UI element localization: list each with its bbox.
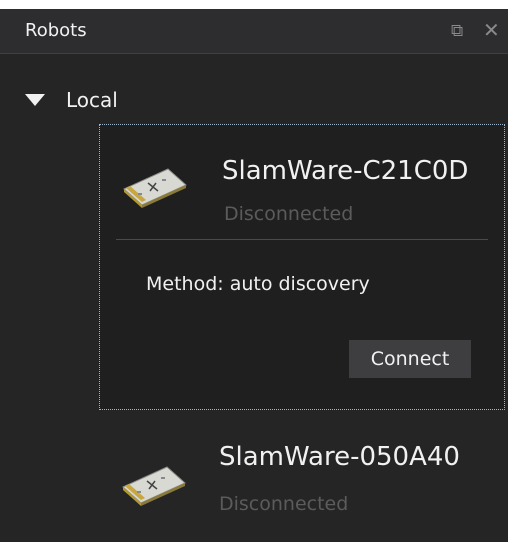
robots-panel: Robots ⧉ ✕ Local SlamWare-C21C0D Disconn…	[0, 9, 508, 542]
float-window-icon[interactable]: ⧉	[451, 21, 463, 41]
robot-name: SlamWare-050A40	[219, 442, 460, 472]
connection-method: Method: auto discovery	[146, 273, 370, 295]
robot-card[interactable]: SlamWare-050A40 Disconnected	[99, 427, 505, 537]
robot-status: Disconnected	[224, 203, 354, 225]
robot-card-selected[interactable]: SlamWare-C21C0D Disconnected Method: aut…	[99, 124, 505, 410]
panel-title: Robots	[25, 20, 87, 41]
group-label: Local	[66, 88, 118, 112]
robot-name: SlamWare-C21C0D	[222, 156, 469, 186]
robot-module-icon	[123, 168, 187, 208]
robot-status: Disconnected	[219, 493, 349, 515]
connect-button[interactable]: Connect	[349, 340, 471, 378]
divider	[116, 239, 488, 240]
close-icon[interactable]: ✕	[483, 20, 500, 40]
panel-titlebar: Robots ⧉ ✕	[0, 9, 508, 54]
expand-arrow-icon[interactable]	[25, 94, 45, 106]
robot-module-icon	[122, 466, 186, 506]
